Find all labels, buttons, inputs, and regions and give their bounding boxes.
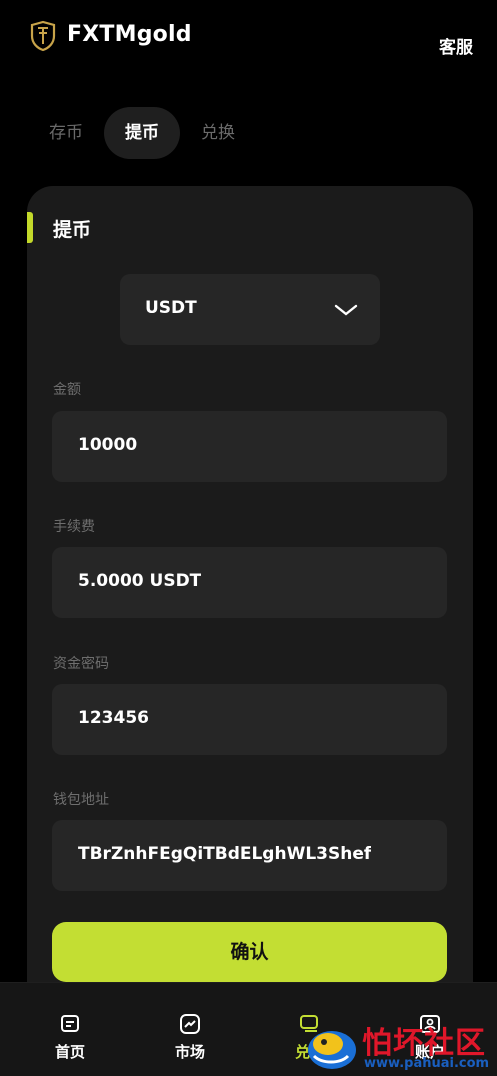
fund-password-input[interactable]: 123456 [52, 684, 447, 755]
nav-label-market: 市场 [174, 1043, 205, 1061]
withdraw-page: FXTMgold 客服 存币 提币 兑换 提币 USDT 金额 10000 手续… [0, 0, 497, 1076]
fee-label: 手续费 [53, 519, 95, 535]
section-accent-bar [27, 212, 33, 243]
shield-logo-icon [30, 20, 56, 52]
currency-value: USDT [145, 298, 197, 318]
wallet-address-label: 钱包地址 [53, 792, 109, 808]
wallet-address-input[interactable]: TBrZnhFEgQiTBdELghWL3Shef [52, 820, 447, 891]
amount-input[interactable]: 10000 [52, 411, 447, 482]
chevron-down-icon [334, 304, 358, 316]
nav-item-market[interactable]: 市场 [128, 983, 252, 1076]
watermark-url: www.pahuai.com [364, 1056, 490, 1071]
confirm-button[interactable]: 确认 [52, 922, 447, 982]
app-title: FXTMgold [67, 22, 192, 47]
withdraw-card: 提币 USDT 金额 10000 手续费 5.0000 USDT 资金密码 12… [27, 186, 473, 1006]
amount-label: 金额 [53, 382, 81, 398]
wallet-address-value: TBrZnhFEgQiTBdELghWL3Shef [78, 844, 372, 864]
home-icon [61, 1015, 79, 1032]
section-title: 提币 [53, 219, 92, 241]
top-header: FXTMgold 客服 [0, 0, 497, 80]
currency-select[interactable]: USDT [120, 274, 380, 345]
tab-exchange[interactable]: 兑换 [180, 107, 256, 159]
fund-password-label: 资金密码 [53, 656, 109, 672]
tab-bar: 存币 提币 兑换 [28, 107, 256, 159]
fund-password-value: 123456 [78, 708, 149, 728]
nav-label-home: 首页 [54, 1043, 85, 1061]
nav-item-home[interactable]: 首页 [8, 983, 132, 1076]
market-icon [180, 1014, 200, 1034]
tab-withdraw[interactable]: 提币 [104, 107, 180, 159]
site-watermark: 怕坏社区 www.pahuai.com [300, 1016, 497, 1076]
amount-value: 10000 [78, 435, 138, 455]
fee-field: 5.0000 USDT [52, 547, 447, 618]
tab-deposit[interactable]: 存币 [28, 107, 104, 159]
customer-service-link[interactable]: 客服 [439, 33, 473, 58]
mascot-logo-icon [308, 1031, 356, 1069]
fee-value: 5.0000 USDT [78, 571, 202, 591]
